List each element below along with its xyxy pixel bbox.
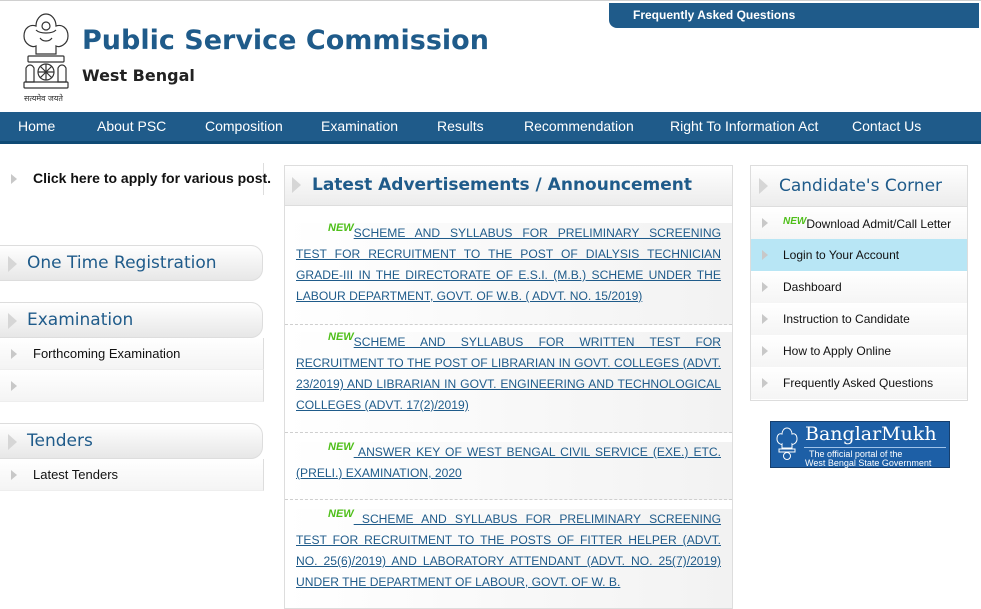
cc-item-dashboard[interactable]: Dashboard [751, 271, 967, 303]
exam-item-forthcoming[interactable]: Forthcoming Examination [0, 338, 264, 370]
exam-item-empty[interactable] [0, 370, 264, 402]
emblem-motto: सत्यमेव जयते [24, 94, 63, 103]
arrow-icon [11, 381, 17, 391]
announcement-link[interactable]: ANSWER KEY OF WEST BENGAL CIVIL SERVICE … [296, 445, 721, 480]
arrow-icon [11, 174, 17, 184]
tenders-panel-title: Tenders [27, 431, 93, 451]
nav-rti[interactable]: Right To Information Act [670, 112, 818, 141]
site-title[interactable]: Public Service Commission [82, 25, 489, 56]
tenders-panel-header: Tenders [0, 423, 263, 459]
cc-item-how-to-apply[interactable]: How to Apply Online [751, 335, 967, 367]
cc-item-instruction[interactable]: Instruction to Candidate [751, 303, 967, 335]
cc-item-label: Login to Your Account [783, 248, 900, 262]
examination-panel-header: Examination [0, 302, 263, 338]
new-badge-icon: NEW [328, 222, 354, 234]
arrow-icon [11, 349, 17, 359]
one-time-registration-title: One Time Registration [27, 253, 217, 273]
announcements-title: Latest Advertisements / Announcement [312, 175, 693, 195]
state-emblem-icon [23, 13, 69, 89]
arrow-icon [762, 378, 768, 388]
tender-item-latest[interactable]: Latest Tenders [0, 459, 264, 491]
cc-item-label: Dashboard [783, 280, 842, 294]
top-border [0, 0, 981, 1]
announcement-item: NEWSCHEME AND SYLLABUS FOR WRITTEN TEST … [285, 332, 732, 433]
cc-item-download-admit[interactable]: NEWDownload Admit/Call Letter [751, 207, 967, 239]
arrow-icon [759, 178, 768, 194]
arrow-icon [11, 470, 17, 480]
announcement-link[interactable]: SCHEME AND SYLLABUS FOR WRITTEN TEST FOR… [296, 335, 721, 412]
arrow-icon [762, 346, 768, 356]
apply-link[interactable]: Click here to apply for various post. [0, 163, 271, 195]
arrow-icon [762, 282, 768, 292]
nav-recommendation[interactable]: Recommendation [524, 112, 634, 141]
cc-item-label: Frequently Asked Questions [783, 376, 934, 390]
announcements-panel: Latest Advertisements / Announcement NEW… [284, 165, 733, 609]
cc-item-label: Instruction to Candidate [783, 312, 910, 326]
cc-item-faq[interactable]: Frequently Asked Questions [751, 367, 967, 399]
arrow-icon [292, 177, 301, 193]
banner-divider [804, 447, 946, 448]
candidates-corner-title: Candidate's Corner [779, 176, 943, 196]
arrow-icon [8, 313, 17, 329]
banglarmukh-banner[interactable]: BanglarMukh The official portal of the W… [770, 421, 950, 468]
state-emblem-icon [776, 427, 798, 460]
cc-item-label: How to Apply Online [783, 344, 892, 358]
arrow-icon [762, 314, 768, 324]
candidates-corner-panel: Candidate's Corner NEWDownload Admit/Cal… [750, 165, 968, 401]
new-badge-icon: NEW [328, 508, 354, 520]
apply-link-label: Click here to apply for various post. [33, 170, 272, 186]
arrow-icon [8, 256, 17, 272]
arrow-icon [8, 434, 17, 450]
site-subtitle: West Bengal [82, 66, 195, 85]
faq-top-link[interactable]: Frequently Asked Questions [609, 3, 979, 28]
new-badge-icon: NEW [328, 331, 354, 343]
main-nav: Home About PSC Composition Examination R… [0, 112, 981, 144]
announcement-link[interactable]: SCHEME AND SYLLABUS FOR PRELIMINARY SCRE… [296, 226, 721, 303]
one-time-registration-header[interactable]: One Time Registration [0, 245, 263, 281]
exam-item-label: Forthcoming Examination [33, 346, 181, 361]
announcements-header: Latest Advertisements / Announcement [285, 166, 732, 206]
nav-results[interactable]: Results [437, 112, 484, 141]
nav-home[interactable]: Home [18, 112, 55, 141]
arrow-icon [762, 250, 768, 260]
announcement-item: NEW SCHEME AND SYLLABUS FOR PRELIMINARY … [285, 508, 732, 608]
nav-about-psc[interactable]: About PSC [97, 112, 166, 141]
announcement-item: NEW ANSWER KEY OF WEST BENGAL CIVIL SERV… [285, 442, 732, 500]
candidates-corner-header: Candidate's Corner [751, 166, 967, 207]
examination-panel-title: Examination [27, 310, 134, 330]
arrow-icon [762, 218, 768, 228]
announcement-link[interactable]: SCHEME AND SYLLABUS FOR PRELIMINARY SCRE… [296, 512, 721, 589]
tender-item-label: Latest Tenders [33, 467, 119, 482]
nav-contact-us[interactable]: Contact Us [852, 112, 921, 141]
banglarmukh-subtitle-2: West Bengal State Government [805, 458, 932, 468]
announcement-item: NEWSCHEME AND SYLLABUS FOR PRELIMINARY S… [285, 223, 732, 325]
new-badge-icon: NEW [783, 216, 807, 227]
nav-composition[interactable]: Composition [205, 112, 283, 141]
cc-item-label: Download Admit/Call Letter [806, 217, 952, 231]
cc-item-login[interactable]: Login to Your Account [751, 239, 967, 271]
nav-examination[interactable]: Examination [321, 112, 398, 141]
banglarmukh-title: BanglarMukh [805, 423, 937, 445]
new-badge-icon: NEW [328, 441, 354, 453]
